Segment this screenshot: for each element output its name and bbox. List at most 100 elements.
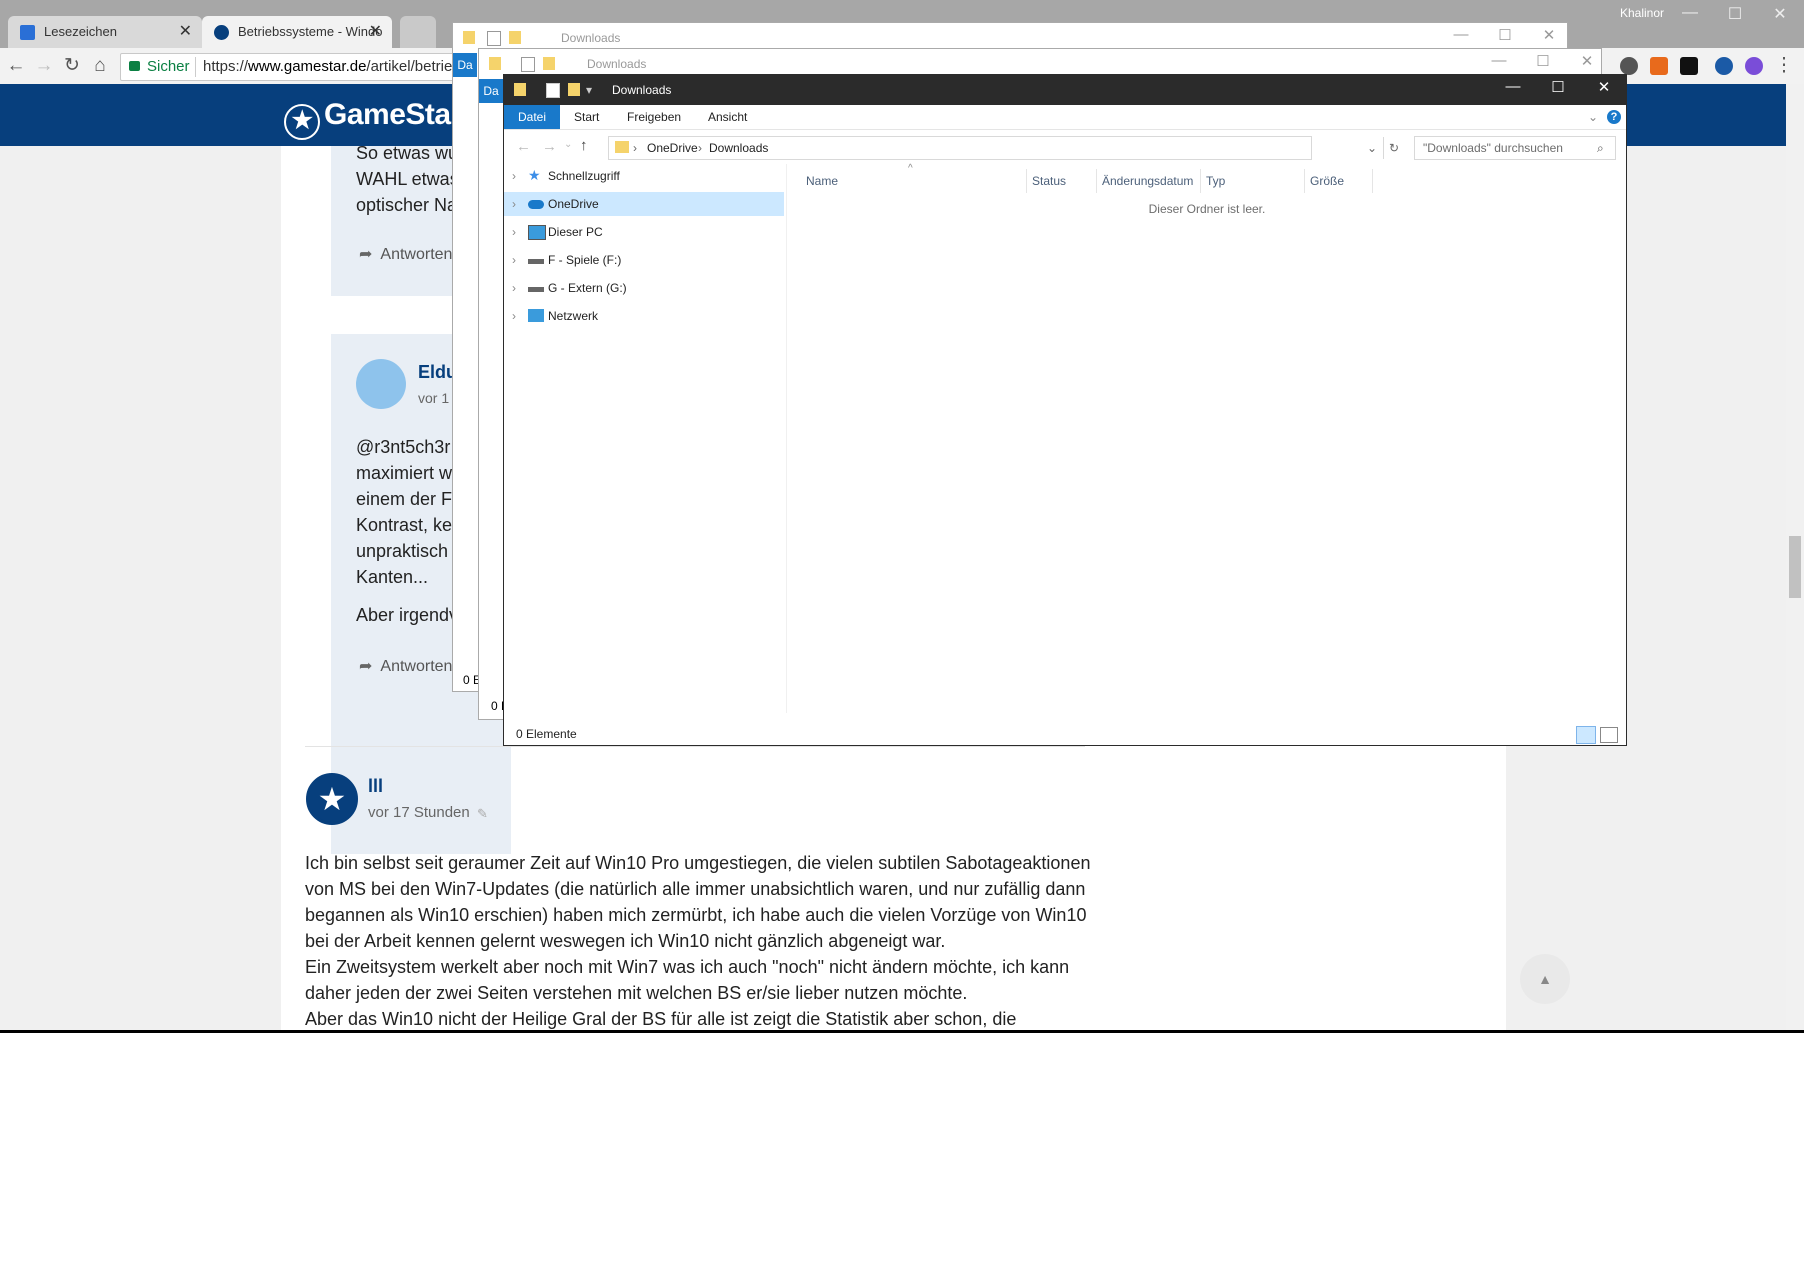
nav-item-netzwerk[interactable]: › Netzwerk (504, 304, 784, 328)
monitor-icon (528, 225, 546, 240)
close-icon[interactable]: ✕ (369, 16, 382, 48)
tab-gamestar[interactable]: Betriebssysteme - Windo ✕ (202, 16, 392, 48)
maximize-icon[interactable]: ☐ (1715, 4, 1755, 24)
drive-icon (528, 259, 544, 264)
scrollbar-thumb[interactable] (1789, 536, 1801, 598)
minimize-icon[interactable]: — (1493, 78, 1533, 95)
refresh-icon[interactable]: ↻ (1389, 137, 1399, 159)
tab-start[interactable]: Start (574, 105, 599, 129)
author-name[interactable]: lll (368, 776, 383, 797)
properties-icon[interactable] (546, 83, 560, 98)
nav-item-schnellzugriff[interactable]: › ★ Schnellzugriff (504, 164, 784, 188)
amazon-icon[interactable] (1680, 57, 1698, 75)
avatar[interactable]: ★ (306, 773, 358, 825)
expand-ribbon-icon[interactable]: ⌄ (1588, 105, 1598, 129)
folder-icon (514, 83, 526, 96)
minimize-icon[interactable]: — (1670, 4, 1710, 22)
folder-icon (489, 57, 501, 70)
comment-time: vor 1 (418, 390, 450, 406)
back-icon[interactable]: ← (516, 138, 531, 155)
tab-label: Lesezeichen (44, 24, 117, 39)
menu-icon[interactable]: ⋮ (1772, 54, 1796, 78)
chevron-down-icon[interactable]: ⌄ (1367, 137, 1377, 159)
nav-item-dieser-pc[interactable]: › Dieser PC (504, 220, 784, 244)
column-header-date[interactable]: Änderungsdatum (1102, 174, 1193, 188)
maximize-icon[interactable]: ☐ (1485, 26, 1525, 44)
nav-item-onedrive[interactable]: › OneDrive (504, 192, 784, 216)
column-header-name[interactable]: Name (806, 174, 838, 188)
large-icons-view-icon[interactable] (1600, 727, 1618, 743)
reply-button[interactable]: ➦ Antworten (359, 244, 452, 264)
chevron-right-icon: › (512, 169, 516, 183)
avatar[interactable] (356, 359, 406, 409)
breadcrumb-downloads[interactable]: Downloads (709, 137, 768, 159)
forward-icon[interactable]: → (542, 138, 557, 155)
ribbon-tab-file[interactable]: Da (479, 79, 503, 103)
column-header-type[interactable]: Typ (1206, 174, 1225, 188)
minimize-icon[interactable]: — (1479, 52, 1519, 69)
checkbox-icon (521, 57, 535, 72)
new-folder-icon[interactable] (568, 83, 580, 96)
site-logo[interactable]: ★ GameStar (284, 98, 462, 140)
window-title: Downloads (587, 57, 647, 71)
nav-item-drive-g[interactable]: › G - Extern (G:) (504, 276, 784, 300)
extension-icon[interactable] (1745, 57, 1763, 75)
divider (195, 57, 196, 77)
tab-ansicht[interactable]: Ansicht (708, 105, 747, 129)
column-header-status[interactable]: Status (1032, 174, 1066, 188)
reply-button[interactable]: ➦ Antworten (359, 656, 452, 676)
details-view-icon[interactable] (1576, 726, 1596, 744)
tab-datei[interactable]: Datei (504, 105, 561, 129)
reload-icon[interactable]: ↻ (60, 54, 84, 78)
profile-name[interactable]: Khalinor (1620, 6, 1664, 20)
folder-icon (615, 141, 629, 153)
tab-bookmarks[interactable]: Lesezeichen ✕ (8, 16, 202, 48)
up-icon[interactable]: ↑ (580, 137, 588, 154)
search-input[interactable]: "Downloads" durchsuchen ⌕ (1414, 136, 1616, 160)
new-tab-button[interactable] (400, 16, 436, 48)
divider (1372, 169, 1373, 193)
empty-folder-text: Dieser Ordner ist leer. (1148, 202, 1266, 216)
forward-icon[interactable]: → (32, 54, 56, 78)
explorer-window[interactable]: ▾ Downloads — ☐ ✕ Datei Start Freigeben … (503, 74, 1627, 746)
file-list[interactable]: ^ Name Status Änderungsdatum Typ Größe D… (788, 163, 1626, 713)
address-bar[interactable]: › OneDrive › Downloads ⌄ ↻ (608, 136, 1399, 160)
recent-locations-icon[interactable]: ⌄ (564, 139, 572, 150)
desktop: Lesezeichen ✕ Betriebssysteme - Windo ✕ … (0, 0, 1804, 1030)
maximize-icon[interactable]: ☐ (1538, 78, 1578, 96)
tab-freigeben[interactable]: Freigeben (627, 105, 681, 129)
folder-icon (509, 31, 521, 44)
home-icon[interactable]: ⌂ (88, 54, 112, 78)
scroll-to-top-button[interactable]: ▲ (1520, 954, 1570, 1004)
close-window-icon[interactable]: ✕ (1760, 4, 1800, 24)
window-titlebar[interactable]: ▾ Downloads — ☐ ✕ (504, 75, 1626, 105)
chevron-down-icon[interactable]: ▾ (586, 83, 592, 97)
comment-text: @r3nt5ch3r maximiert w einem der Fe Kont… (356, 437, 463, 587)
extension-icon[interactable] (1715, 57, 1733, 75)
minimize-icon[interactable]: — (1441, 26, 1481, 43)
close-icon[interactable]: ✕ (1567, 52, 1607, 70)
folder-icon (463, 31, 475, 44)
ribbon-tab-file[interactable]: Da (453, 53, 477, 77)
close-icon[interactable]: ✕ (1584, 78, 1624, 96)
nav-item-drive-f[interactable]: › F - Spiele (F:) (504, 248, 784, 272)
chevron-right-icon[interactable]: › (698, 137, 702, 159)
help-icon[interactable]: ? (1607, 110, 1621, 124)
close-icon[interactable]: ✕ (1529, 26, 1569, 44)
navigation-pane: › ★ Schnellzugriff › OneDrive › Dieser P… (504, 164, 787, 713)
maximize-icon[interactable]: ☐ (1523, 52, 1563, 70)
star-icon: ★ (284, 104, 320, 140)
breadcrumb-onedrive[interactable]: OneDrive (647, 137, 698, 159)
column-header-size[interactable]: Größe (1310, 174, 1344, 188)
extension-icon[interactable] (1650, 57, 1668, 75)
reply-icon: ➦ (359, 246, 373, 263)
pencil-icon[interactable]: ✎ (477, 806, 488, 822)
ribbon-tabs: Datei Start Freigeben Ansicht ⌄ ? (504, 105, 1626, 130)
extension-icon[interactable] (1620, 57, 1638, 75)
chevron-right-icon: › (512, 253, 516, 267)
close-icon[interactable]: ✕ (179, 16, 192, 48)
window-title: Downloads (612, 83, 672, 97)
chevron-right-icon: › (512, 225, 516, 239)
chevron-right-icon[interactable]: › (633, 137, 637, 159)
back-icon[interactable]: ← (4, 54, 28, 78)
